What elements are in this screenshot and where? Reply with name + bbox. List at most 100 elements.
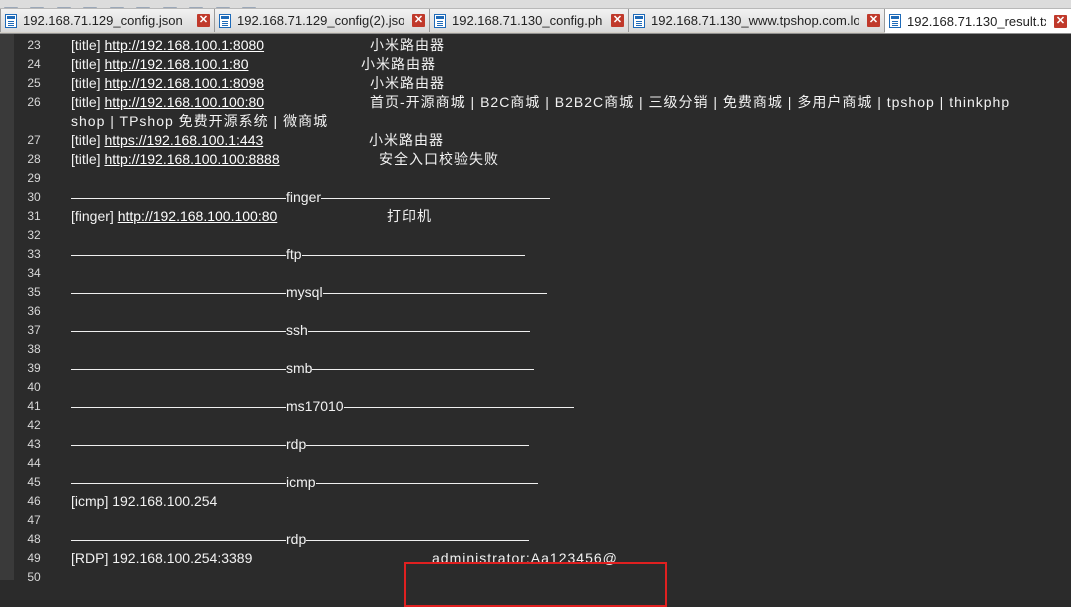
section-label: finger bbox=[286, 189, 322, 205]
url-link[interactable]: http://192.168.100.100:80 bbox=[104, 94, 264, 110]
code-line: ms17010 bbox=[71, 397, 574, 416]
code-line: [title] http://192.168.100.1:8098 小米路由器 bbox=[71, 74, 445, 93]
separator-line bbox=[306, 539, 529, 541]
line-text: 小米路由器 bbox=[370, 37, 445, 53]
close-icon[interactable]: ✕ bbox=[611, 14, 624, 27]
line-number: 39 bbox=[27, 361, 41, 375]
code-line: mysql bbox=[71, 283, 547, 302]
separator-line bbox=[71, 406, 286, 408]
close-icon[interactable]: ✕ bbox=[197, 14, 210, 27]
code-line: [title] http://192.168.100.100:8888 安全入口校… bbox=[71, 150, 499, 169]
separator-line bbox=[71, 292, 286, 294]
code-line: [title] http://192.168.100.1:80 小米路由器 bbox=[71, 55, 436, 74]
section-label: ssh bbox=[286, 322, 308, 338]
plain-text: [RDP] 192.168.100.254:3389 bbox=[71, 550, 253, 566]
close-icon[interactable]: ✕ bbox=[1054, 14, 1067, 28]
highlight-box bbox=[404, 562, 667, 607]
separator-line bbox=[71, 197, 286, 199]
line-text: 首页-开源商城 | B2C商城 | B2B2C商城 | 三级分销 | 免费商城 … bbox=[370, 94, 1011, 110]
line-text: 小米路由器 bbox=[361, 56, 436, 72]
separator-line bbox=[301, 254, 525, 256]
line-number: 23 bbox=[27, 38, 41, 52]
section-label: smb bbox=[286, 360, 313, 376]
line-number: 37 bbox=[27, 323, 41, 337]
section-label: icmp bbox=[286, 474, 316, 490]
line-number: 38 bbox=[27, 342, 41, 356]
code-line: finger bbox=[71, 188, 550, 207]
file-icon bbox=[5, 13, 17, 28]
line-number: 30 bbox=[27, 190, 41, 204]
line-number: 46 bbox=[27, 494, 41, 508]
code-line: shop | TPshop 免费开源系统 | 微商城 bbox=[71, 112, 328, 131]
fold-gutter bbox=[0, 34, 14, 580]
code-line: icmp bbox=[71, 473, 538, 492]
code-line: [finger] http://192.168.100.100:80 打印机 bbox=[71, 207, 432, 226]
line-text: 打印机 bbox=[387, 208, 432, 224]
line-number: 36 bbox=[27, 304, 41, 318]
line-number: 48 bbox=[27, 532, 41, 546]
tab-file[interactable]: 192.168.71.130_config.php ✕ bbox=[430, 9, 629, 32]
separator-line bbox=[71, 330, 286, 332]
section-label: ftp bbox=[286, 246, 302, 262]
editor[interactable]: 23 24 25 26 27 28 29 30 31 32 33 34 35 36 37 38 39 40 41 42… bbox=[0, 34, 1071, 607]
line-numbers: 23 24 25 26 27 28 29 30 31 32 33 34 35 36 37 38 39 40 41 42… bbox=[14, 34, 54, 584]
url-link[interactable]: http://192.168.100.1:80 bbox=[104, 56, 248, 72]
section-label: rdp bbox=[286, 531, 307, 547]
line-number: 35 bbox=[27, 285, 41, 299]
line-number: 26 bbox=[27, 95, 41, 109]
line-number: 42 bbox=[27, 418, 41, 432]
tab-file[interactable]: 192.168.71.130_www.tpshop.com.log ✕ bbox=[629, 9, 885, 32]
url-link[interactable]: http://192.168.100.100:80 bbox=[118, 208, 278, 224]
separator-line bbox=[71, 482, 286, 484]
url-link[interactable]: https://192.168.100.1:443 bbox=[104, 132, 263, 148]
line-prefix: [title] bbox=[71, 151, 105, 167]
line-number: 33 bbox=[27, 247, 41, 261]
code-line: smb bbox=[71, 359, 534, 378]
section-label: ms17010 bbox=[286, 398, 344, 414]
line-number: 43 bbox=[27, 437, 41, 451]
url-link[interactable]: http://192.168.100.100:8888 bbox=[104, 151, 279, 167]
line-number: 27 bbox=[27, 133, 41, 147]
line-text: shop | TPshop 免费开源系统 | 微商城 bbox=[71, 113, 329, 129]
tab-label: 192.168.71.130_result.txt bbox=[907, 13, 1046, 29]
tab-label: 192.168.71.130_config.php bbox=[452, 13, 603, 28]
close-icon[interactable]: ✕ bbox=[867, 14, 880, 27]
tab-file[interactable]: 192.168.71.129_config(2).json ✕ bbox=[215, 9, 430, 32]
separator-line bbox=[321, 197, 550, 199]
code-area[interactable]: [title] http://192.168.100.1:8080 小米路由器 [t… bbox=[71, 34, 1071, 580]
line-text: 小米路由器 bbox=[369, 132, 444, 148]
line-number: 28 bbox=[27, 152, 41, 166]
line-number: 50 bbox=[27, 570, 41, 584]
code-line: [title] http://192.168.100.1:8080 小米路由器 bbox=[71, 36, 445, 55]
tab-file[interactable]: 192.168.71.130_result.txt ✕ bbox=[885, 9, 1071, 33]
file-icon bbox=[219, 13, 231, 28]
line-number: 44 bbox=[27, 456, 41, 470]
tab-label: 192.168.71.129_config(2).json bbox=[237, 13, 404, 28]
code-line: [title] http://192.168.100.100:80 首页-开源商城… bbox=[71, 93, 1010, 112]
code-line: rdp bbox=[71, 530, 529, 549]
tab-file[interactable]: 192.168.71.129_config.json ✕ bbox=[1, 9, 215, 32]
separator-line bbox=[315, 482, 538, 484]
line-prefix: [title] bbox=[71, 132, 105, 148]
separator-line bbox=[343, 406, 574, 408]
file-icon bbox=[434, 13, 446, 28]
line-number: 41 bbox=[27, 399, 41, 413]
close-icon[interactable]: ✕ bbox=[412, 14, 425, 27]
line-number: 25 bbox=[27, 76, 41, 90]
url-link[interactable]: http://192.168.100.1:8098 bbox=[104, 75, 264, 91]
line-number: 49 bbox=[27, 551, 41, 565]
line-number: 47 bbox=[27, 513, 41, 527]
code-line: ftp bbox=[71, 245, 525, 264]
line-prefix: [title] bbox=[71, 75, 105, 91]
code-line: [icmp] 192.168.100.254 bbox=[71, 492, 217, 511]
line-text: 小米路由器 bbox=[370, 75, 445, 91]
separator-line bbox=[71, 254, 286, 256]
line-prefix: [title] bbox=[71, 56, 105, 72]
code-line: ssh bbox=[71, 321, 530, 340]
tab-bar: 囯 192.168.71.129_config.json✕192.168.71.… bbox=[0, 9, 1071, 34]
line-prefix: [title] bbox=[71, 37, 105, 53]
url-link[interactable]: http://192.168.100.1:8080 bbox=[104, 37, 264, 53]
line-number: 34 bbox=[27, 266, 41, 280]
line-number: 40 bbox=[27, 380, 41, 394]
line-text: 安全入口校验失败 bbox=[379, 151, 499, 167]
